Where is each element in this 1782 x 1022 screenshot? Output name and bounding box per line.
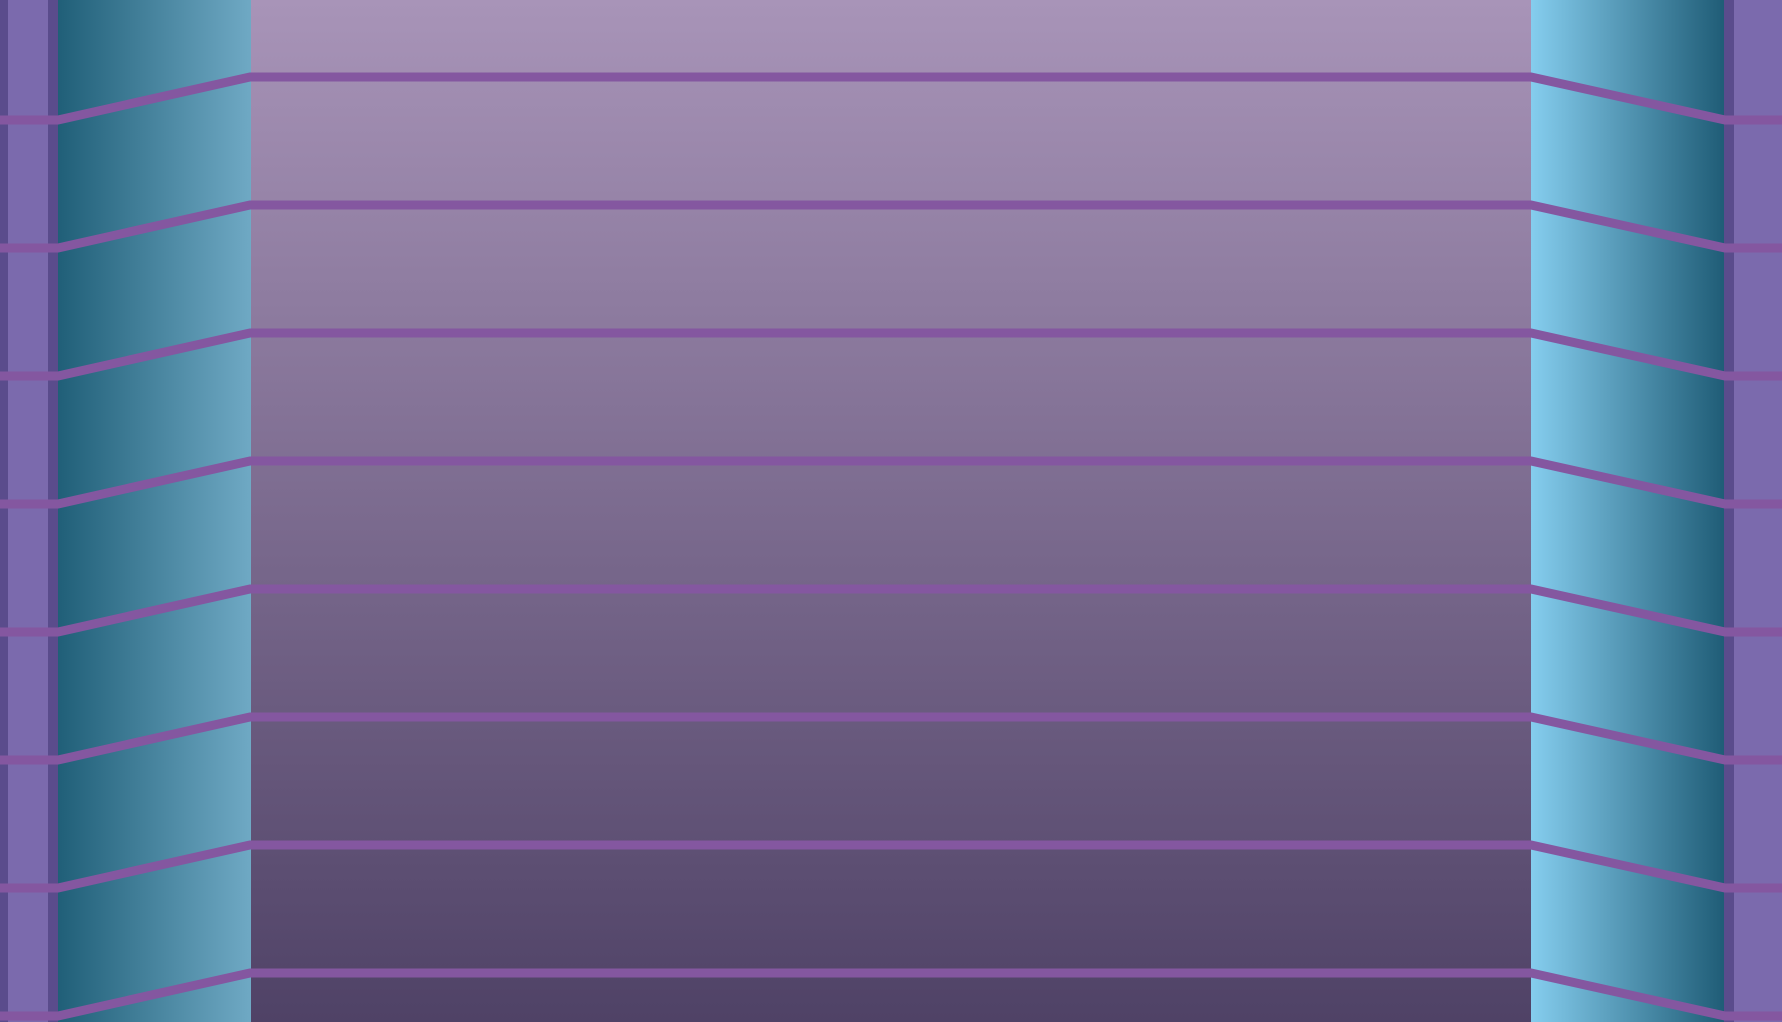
corridor-scene — [0, 0, 1782, 1022]
left-pillar — [0, 0, 58, 1022]
right-pillar — [1724, 0, 1782, 1022]
floor-panel — [250, 0, 1532, 1022]
